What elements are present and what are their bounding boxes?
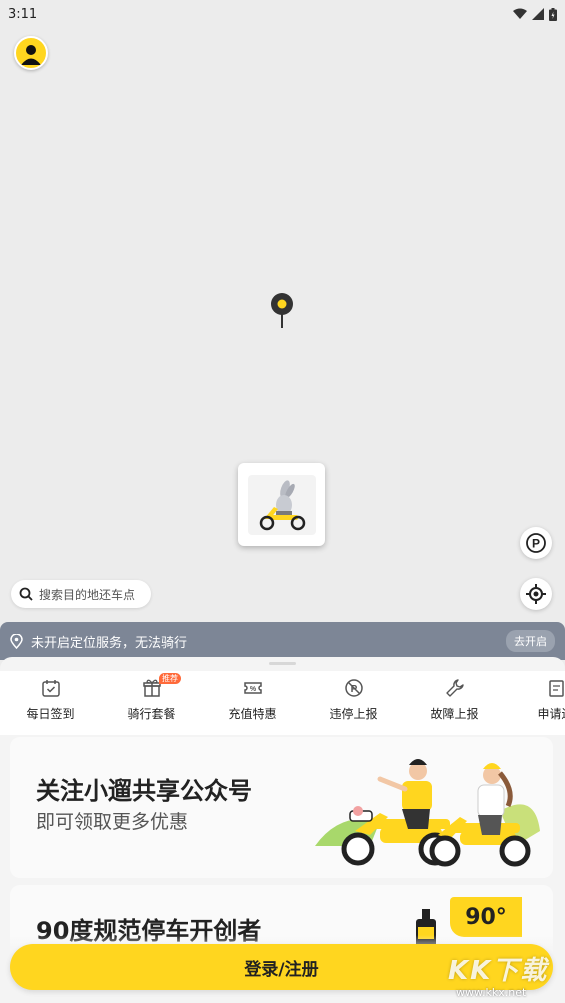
menu-item-ride-package[interactable]: 推荐 骑行套餐 bbox=[101, 671, 202, 735]
status-bar: 3:11 bbox=[0, 0, 565, 28]
wifi-icon bbox=[513, 8, 527, 19]
menu-item-fault-report[interactable]: 故障上报 bbox=[404, 671, 505, 735]
menu-item-label: 每日签到 bbox=[26, 707, 75, 721]
crosshair-icon bbox=[526, 584, 546, 604]
search-icon bbox=[19, 587, 33, 601]
no-parking-icon: P bbox=[343, 677, 365, 699]
status-time: 3:11 bbox=[8, 6, 38, 22]
search-placeholder: 搜索目的地还车点 bbox=[39, 587, 136, 602]
search-input[interactable]: 搜索目的地还车点 bbox=[11, 580, 151, 608]
promo-subtitle: 即可领取更多优惠 bbox=[36, 811, 189, 833]
parking-label: P bbox=[532, 537, 540, 551]
ninety-degree-badge: 90° bbox=[450, 897, 522, 937]
menu-item-label: 故障上报 bbox=[430, 707, 479, 721]
battery-icon bbox=[549, 7, 557, 21]
menu-item-parking-violation[interactable]: P 违停上报 bbox=[303, 671, 404, 735]
parking-button[interactable]: P bbox=[520, 527, 552, 559]
parking-icon: P bbox=[526, 533, 546, 553]
status-icons bbox=[513, 7, 557, 21]
scooter-marker[interactable] bbox=[238, 463, 325, 546]
calendar-check-icon bbox=[40, 677, 62, 699]
recommend-badge: 推荐 bbox=[159, 673, 181, 684]
user-icon bbox=[21, 45, 41, 65]
watermark-logo: KK下载 bbox=[448, 956, 549, 986]
drag-handle[interactable] bbox=[269, 662, 296, 665]
svg-text:%: % bbox=[249, 686, 256, 693]
menu-item-label: 违停上报 bbox=[329, 707, 378, 721]
menu-item-label: 充值特惠 bbox=[228, 707, 277, 721]
map-pin-icon bbox=[270, 291, 294, 333]
enable-location-button[interactable]: 去开启 bbox=[506, 630, 555, 652]
watermark-url: www.kkx.net bbox=[456, 986, 527, 999]
signal-icon bbox=[532, 8, 544, 20]
avatar[interactable] bbox=[14, 36, 48, 70]
locate-button[interactable] bbox=[520, 578, 552, 610]
site-watermark: KK下载 www.kkx.net bbox=[448, 950, 562, 1000]
menu-item-recharge-deal[interactable]: % 充值特惠 bbox=[202, 671, 303, 735]
menu-item-apply-return[interactable]: 申请还 bbox=[505, 671, 565, 735]
quick-menu: 每日签到 推荐 骑行套餐 % 充值特惠 P 违停上报 故障上报 申请 bbox=[0, 671, 565, 735]
promo-title: 关注小遛共享公众号 bbox=[36, 777, 252, 805]
menu-item-label: 申请还 bbox=[537, 707, 565, 721]
riders-illustration bbox=[315, 759, 540, 867]
location-warning-text: 未开启定位服务，无法骑行 bbox=[31, 635, 188, 651]
document-icon bbox=[545, 677, 565, 699]
percent-ticket-icon: % bbox=[242, 677, 264, 699]
location-warning-banner: 未开启定位服务，无法骑行 去开启 bbox=[0, 622, 565, 660]
scooter-rabbit-icon bbox=[259, 479, 305, 530]
menu-item-daily-checkin[interactable]: 每日签到 bbox=[0, 671, 101, 735]
location-pin-icon bbox=[10, 633, 23, 649]
wrench-icon bbox=[444, 677, 466, 699]
menu-item-label: 骑行套餐 bbox=[127, 707, 176, 721]
promo-card-follow[interactable]: 关注小遛共享公众号 即可领取更多优惠 bbox=[10, 737, 553, 878]
